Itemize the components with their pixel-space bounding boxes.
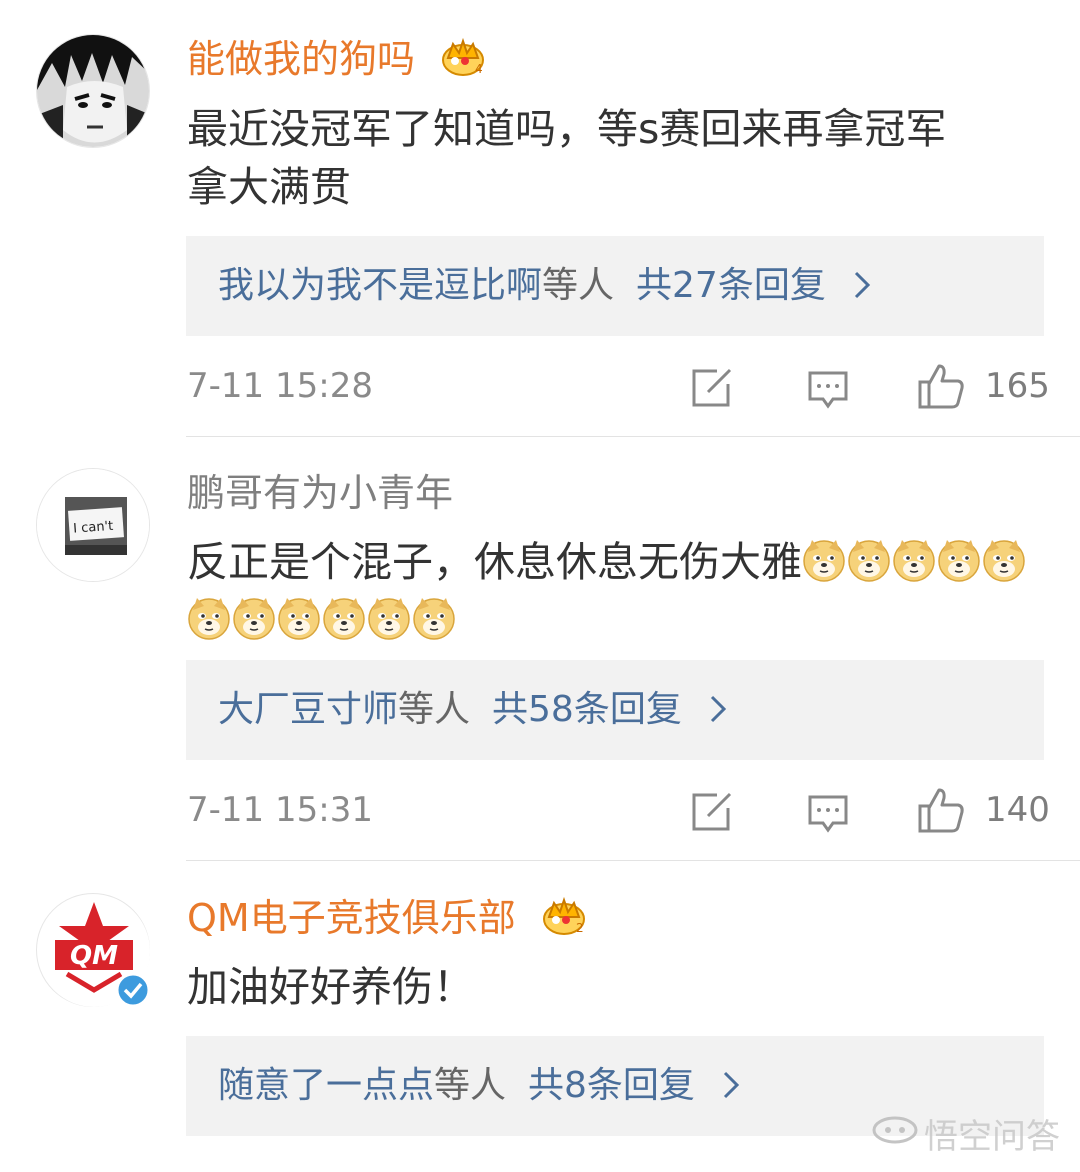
- repost-edit-icon[interactable]: [691, 368, 733, 412]
- chevron-right-icon: [709, 663, 727, 763]
- doge-emoji-icon: [982, 538, 1026, 582]
- reply-summary[interactable]: 我以为我不是逗比啊等人 共27条回复: [186, 236, 1044, 336]
- reply-names[interactable]: 随意了一点点: [218, 1065, 434, 1106]
- reply-count[interactable]: 共58条回复: [492, 689, 682, 730]
- watermark-text: 悟空问答: [924, 1117, 1060, 1157]
- doge-emoji-icon: [892, 538, 936, 582]
- like-count: 165: [985, 366, 1050, 406]
- doge-emoji-icon: [367, 596, 411, 640]
- reply-others-label: 等人: [398, 689, 471, 730]
- like-icon[interactable]: [917, 786, 965, 838]
- doge-emoji-icon: [937, 538, 981, 582]
- username-text[interactable]: 鹏哥有为小青年: [187, 471, 453, 515]
- username-text[interactable]: 能做我的狗吗: [187, 37, 415, 81]
- chevron-right-icon: [853, 239, 871, 339]
- watermark: 悟空问答: [872, 1109, 1060, 1158]
- comment-text-line: 拿大满贯: [187, 163, 351, 211]
- svg-text:2: 2: [576, 921, 584, 935]
- svg-text:QM: QM: [70, 941, 118, 971]
- avatar[interactable]: [36, 34, 150, 148]
- crown-icon: 2: [542, 895, 586, 945]
- doge-emoji-icon: [847, 538, 891, 582]
- crown-icon: 4: [441, 36, 485, 86]
- reply-summary[interactable]: 大厂豆寸师等人 共58条回复: [186, 660, 1044, 760]
- username[interactable]: 鹏哥有为小青年: [187, 470, 453, 516]
- comment-text-line: 反正是个混子，休息休息无伤大雅: [187, 538, 802, 586]
- reply-others-label: 等人: [434, 1065, 507, 1106]
- reply-names[interactable]: 大厂豆寸师: [218, 689, 398, 730]
- doge-emoji-icon: [802, 538, 846, 582]
- comment-text-line: 加油好好养伤！: [187, 963, 474, 1011]
- doge-emoji-icon: [412, 596, 456, 640]
- verified-check-icon: [115, 972, 151, 1012]
- comment-text: 最近没冠军了知道吗，等s赛回来再拿冠军 拿大满贯: [187, 100, 1047, 216]
- timestamp: 7-11 15:28: [187, 366, 373, 406]
- like-icon[interactable]: [917, 362, 965, 414]
- doge-emoji-icon: [187, 596, 231, 640]
- comment-icon[interactable]: [807, 794, 849, 838]
- avatar[interactable]: QM: [36, 893, 151, 1008]
- chevron-right-icon: [722, 1039, 740, 1139]
- i-cant-sign-avatar-icon: I can't: [37, 469, 149, 581]
- comment-text-line: 最近没冠军了知道吗，等s赛回来再拿冠军: [187, 105, 947, 153]
- doge-emoji-icon: [232, 596, 276, 640]
- comment-meta: 7-11 15:28 165: [187, 358, 1050, 418]
- username-text[interactable]: QM电子竞技俱乐部: [187, 896, 516, 940]
- username[interactable]: QM电子竞技俱乐部 2: [187, 895, 586, 945]
- reply-count[interactable]: 共27条回复: [636, 265, 826, 306]
- reply-others-label: 等人: [542, 265, 615, 306]
- reply-names[interactable]: 我以为我不是逗比啊: [218, 265, 542, 306]
- svg-text:I can't: I can't: [73, 519, 114, 537]
- svg-text:4: 4: [475, 62, 483, 76]
- comment-item: I can't 鹏哥有为小青年 反正是个混子，休息休息无伤大雅 大厂豆寸师等人共…: [0, 437, 1080, 861]
- reply-count[interactable]: 共8条回复: [528, 1065, 695, 1106]
- repost-edit-icon[interactable]: [691, 792, 733, 836]
- username[interactable]: 能做我的狗吗 4: [187, 36, 485, 86]
- comment-meta: 7-11 15:31 140: [187, 782, 1050, 842]
- comment-icon[interactable]: [807, 370, 849, 414]
- doge-emoji-icon: [277, 596, 321, 640]
- timestamp: 7-11 15:31: [187, 790, 373, 830]
- comment-text: 加油好好养伤！: [187, 958, 1047, 1016]
- comment-item: 能做我的狗吗 4 最近没冠军了知道吗，等s赛回来再拿冠军 拿大满贯 我以为我不是…: [0, 0, 1080, 437]
- manga-avatar-icon: [37, 35, 149, 147]
- like-count: 140: [985, 790, 1050, 830]
- comment-text: 反正是个混子，休息休息无伤大雅: [187, 533, 1047, 649]
- doge-emoji-icon: [322, 596, 366, 640]
- watermark-logo-icon: [872, 1114, 918, 1154]
- avatar[interactable]: I can't: [36, 468, 150, 582]
